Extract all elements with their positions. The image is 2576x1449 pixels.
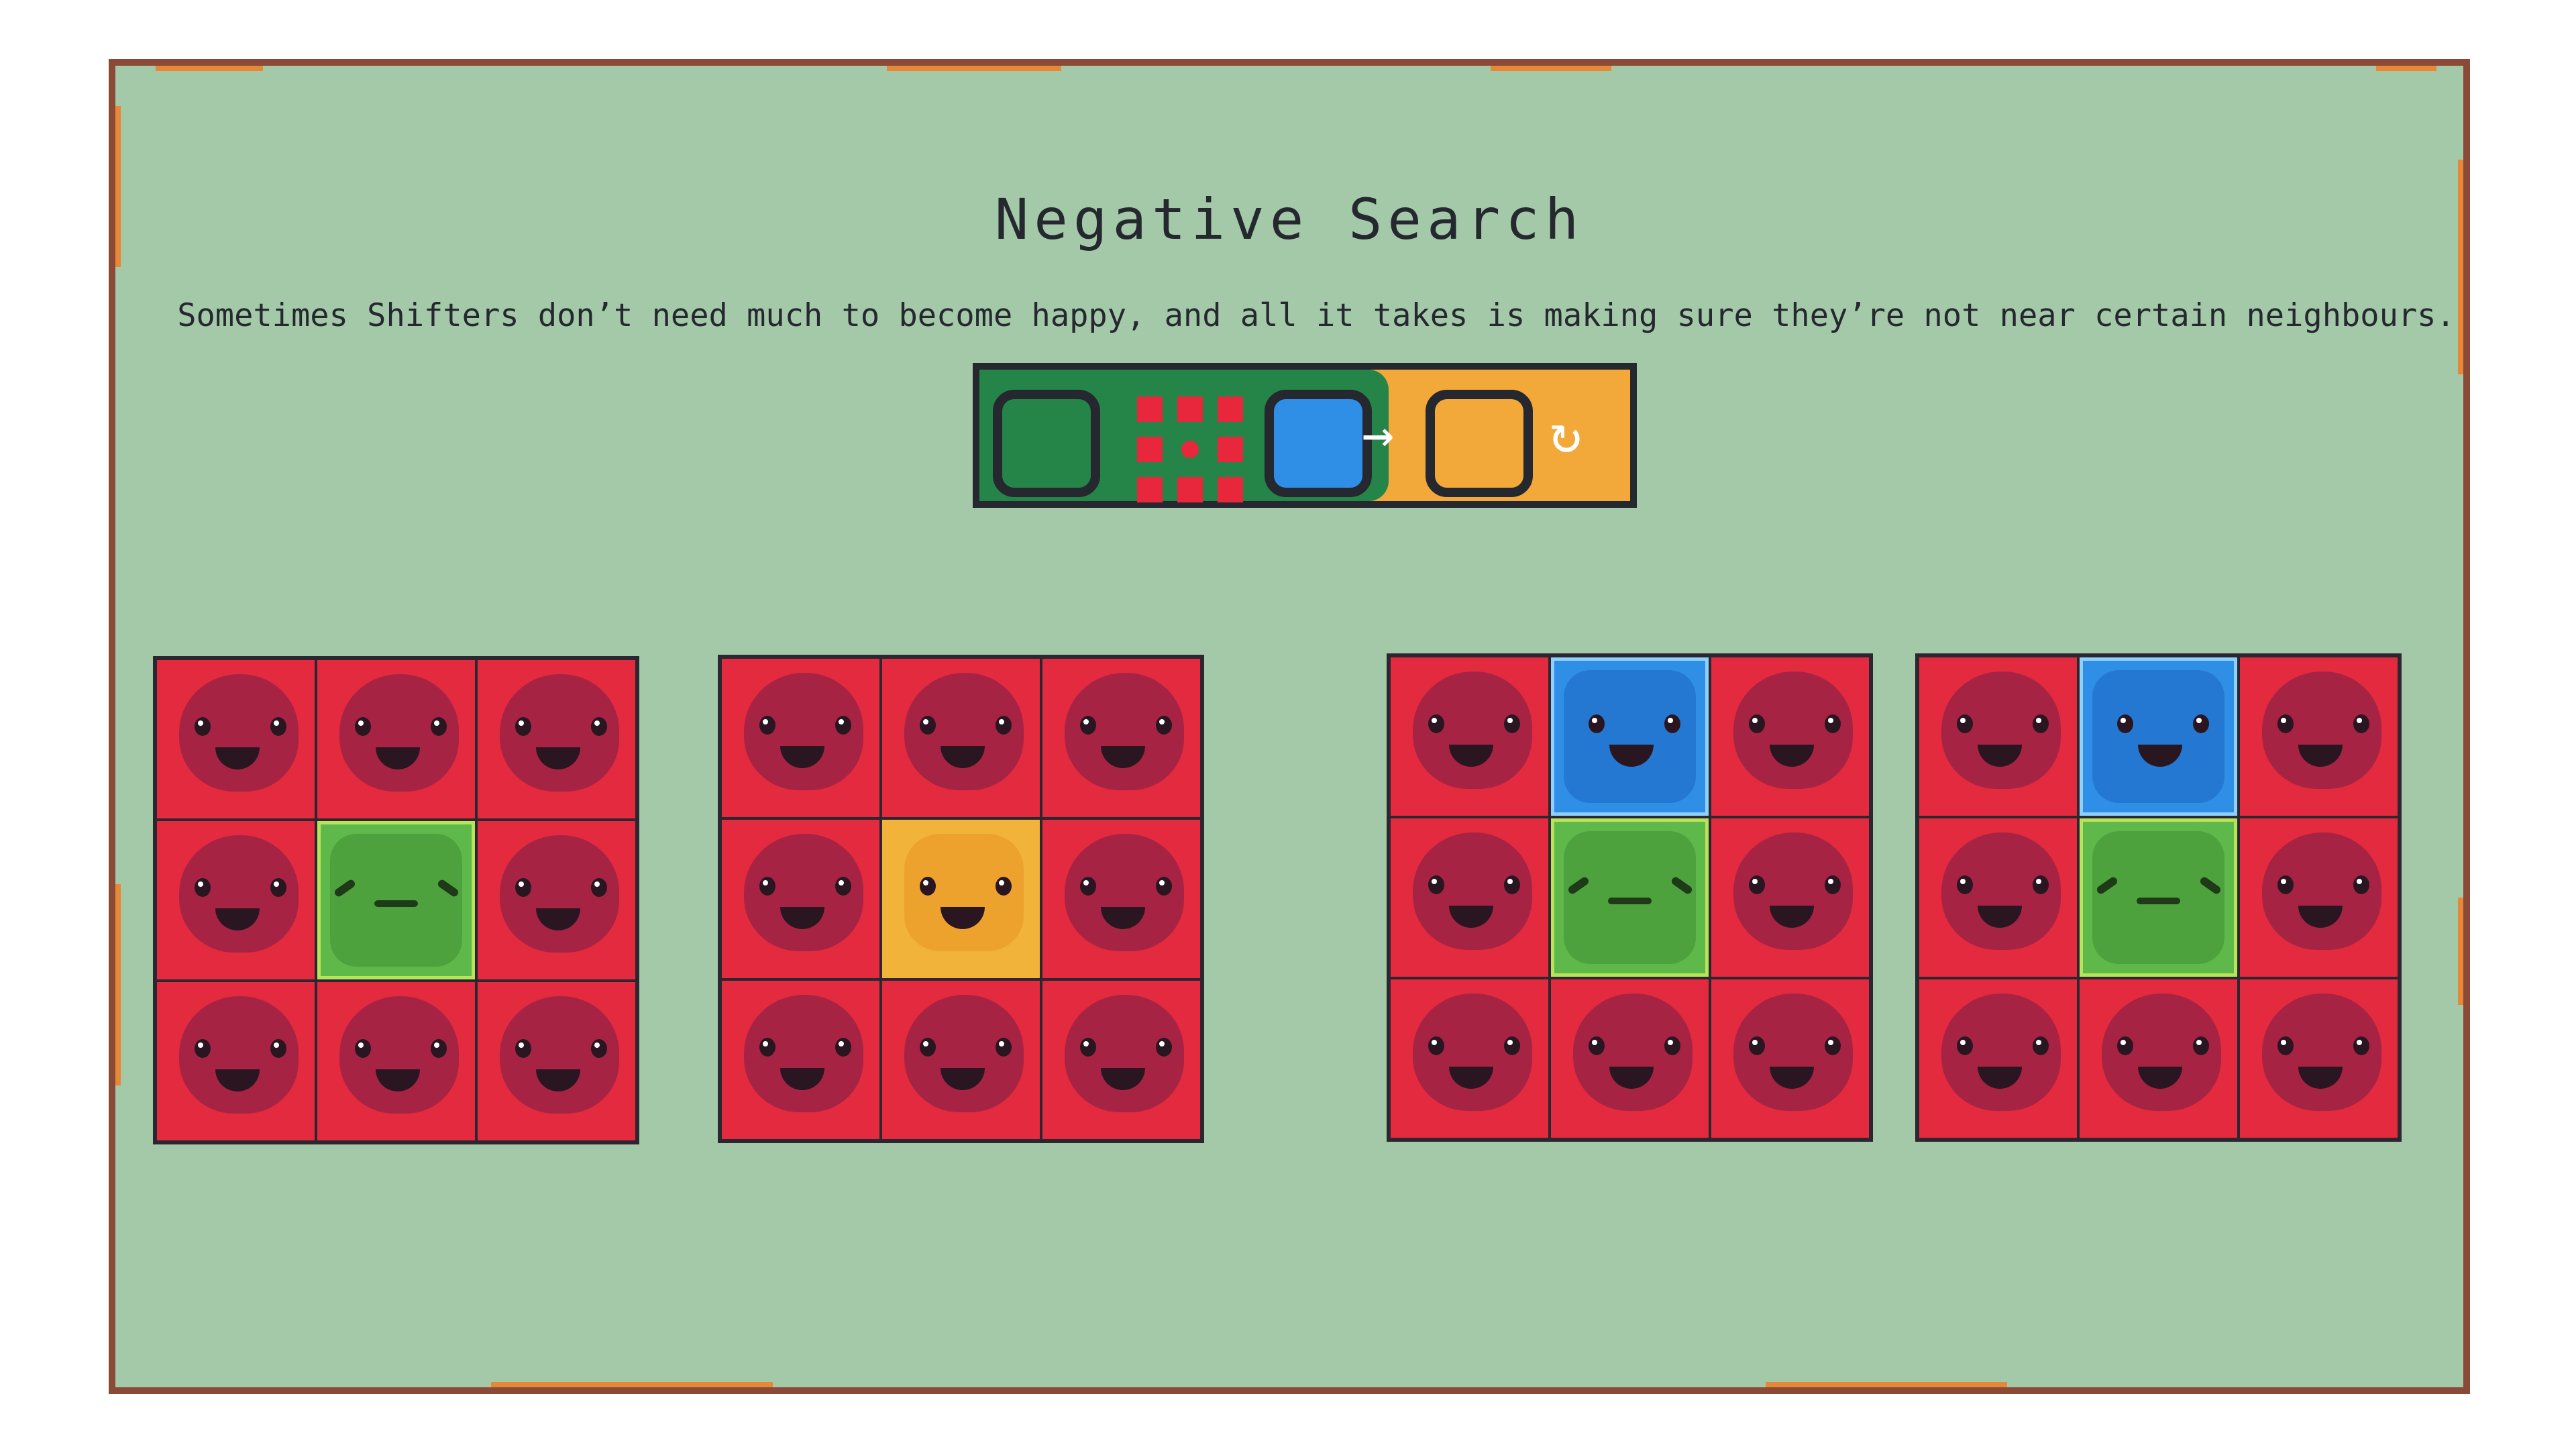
rule-condition-panel (979, 370, 1389, 502)
red-shifter-tile[interactable] (478, 821, 635, 979)
border-decoration (2458, 898, 2463, 1005)
blue-shifter-tile[interactable] (2080, 657, 2237, 816)
red-shifter-tile[interactable] (722, 659, 879, 817)
red-shifter-tile[interactable] (1391, 657, 1548, 816)
red-shifter-tile[interactable] (1391, 979, 1548, 1138)
red-shifter-tile[interactable] (1042, 659, 1200, 817)
red-shifter-tile[interactable] (1711, 657, 1869, 816)
neighbour-pattern-icon (1137, 388, 1243, 502)
border-decoration (2376, 66, 2436, 71)
red-shifter-tile[interactable] (478, 660, 635, 818)
border-decoration (491, 1382, 773, 1387)
red-shifter-tile[interactable] (2240, 979, 2398, 1138)
board-example-1-after (718, 655, 1204, 1143)
board-example-2-after (1915, 653, 2402, 1142)
red-shifter-tile[interactable] (882, 981, 1040, 1139)
border-decoration (1766, 1382, 2007, 1387)
red-shifter-tile[interactable] (722, 820, 879, 978)
red-shifter-tile[interactable] (882, 659, 1040, 817)
red-shifter-tile[interactable] (1919, 657, 2077, 816)
red-shifter-tile[interactable] (2240, 818, 2398, 977)
red-shifter-tile[interactable] (1919, 979, 2077, 1138)
description-text: Sometimes Shifters don’t need much to be… (177, 297, 2455, 334)
red-shifter-tile[interactable] (1042, 981, 1200, 1139)
border-decoration (887, 66, 1061, 71)
red-shifter-tile[interactable] (1919, 818, 2077, 977)
target-yellow-tile-icon (1426, 390, 1533, 497)
red-shifter-tile[interactable] (722, 981, 879, 1139)
red-shifter-tile[interactable] (1551, 979, 1709, 1138)
green-shifter-tile[interactable] (2080, 818, 2237, 977)
blue-shifter-face-icon (1563, 669, 1697, 804)
green-shifter-tile[interactable] (317, 821, 475, 979)
game-frame: Negative Search Sometimes Shifters don’t… (109, 59, 2470, 1394)
red-shifter-tile[interactable] (1711, 979, 1869, 1138)
red-shifter-tile[interactable] (157, 660, 315, 818)
red-shifter-tile[interactable] (317, 660, 475, 818)
source-green-tile-icon (993, 390, 1100, 497)
yellow-shifter-tile[interactable] (882, 820, 1040, 978)
rule-bar: → ↻ (973, 363, 1637, 508)
red-shifter-tile[interactable] (1391, 818, 1548, 977)
border-decoration (115, 884, 121, 1085)
red-shifter-tile[interactable] (157, 982, 315, 1140)
red-shifter-tile[interactable] (317, 982, 475, 1140)
red-shifter-tile[interactable] (478, 982, 635, 1140)
blue-shifter-tile[interactable] (1551, 657, 1709, 816)
forbidden-blue-tile-icon (1265, 390, 1372, 497)
red-shifter-tile[interactable] (2080, 979, 2237, 1138)
arrow-right-icon: → (1362, 402, 1395, 465)
rule-result-panel: → ↻ (1362, 370, 1630, 501)
blue-shifter-face-icon (2092, 669, 2225, 804)
red-shifter-tile[interactable] (157, 821, 315, 979)
green-shifter-tile[interactable] (1551, 818, 1709, 977)
page-title: Negative Search (994, 186, 1585, 252)
red-shifter-tile[interactable] (2240, 657, 2398, 816)
board-example-2-before (1387, 653, 1873, 1142)
red-shifter-tile[interactable] (1711, 818, 1869, 977)
undo-icon[interactable]: ↻ (1550, 407, 1582, 461)
red-shifter-tile[interactable] (1042, 820, 1200, 978)
border-decoration (1491, 66, 1611, 71)
board-example-1-before (153, 656, 639, 1144)
border-decoration (156, 66, 263, 71)
